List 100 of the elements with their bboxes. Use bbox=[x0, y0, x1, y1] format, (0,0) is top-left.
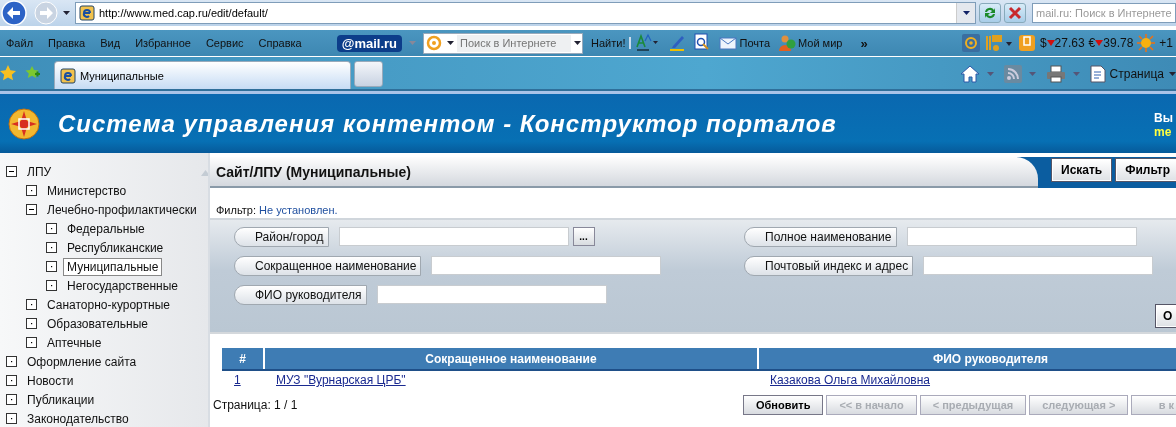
music-note-icon[interactable] bbox=[983, 34, 1014, 52]
exchange-rate: 27.63 bbox=[1054, 36, 1085, 50]
dot-box-icon[interactable] bbox=[26, 299, 37, 310]
tree-item[interactable]: Публикации bbox=[23, 390, 99, 409]
down-triangle-icon bbox=[1046, 39, 1055, 47]
tree-item[interactable]: Образовательные bbox=[43, 314, 152, 333]
table-link[interactable]: 1 bbox=[234, 373, 241, 387]
address-field[interactable]: http://www.med.cap.ru/edit/default/ bbox=[75, 2, 976, 24]
column-header[interactable]: ФИО руководителя bbox=[758, 348, 1176, 370]
search-field[interactable]: mail.ru: Поиск в Интернете bbox=[1032, 3, 1176, 23]
address-dropdown-icon[interactable] bbox=[961, 9, 971, 17]
menu-item[interactable]: Избранное bbox=[129, 37, 200, 49]
toolbar-link[interactable]: Почта bbox=[715, 36, 774, 50]
dot-box-icon[interactable] bbox=[26, 318, 37, 329]
page-icon bbox=[60, 67, 76, 84]
dot-box-icon[interactable] bbox=[46, 223, 57, 234]
dot-box-icon[interactable] bbox=[46, 242, 57, 253]
field-label: Район/город bbox=[234, 226, 329, 247]
input-field[interactable] bbox=[376, 285, 607, 304]
page-menu-button[interactable]: Страница bbox=[1089, 65, 1176, 83]
dot-box-icon[interactable] bbox=[6, 375, 17, 386]
dot-box-icon[interactable] bbox=[46, 280, 57, 291]
currency-symbol: € bbox=[1088, 36, 1096, 50]
page-title: Система управления контентом - Конструктор порталов bbox=[58, 109, 837, 138]
back-button[interactable] bbox=[0, 0, 30, 26]
dropdown-icon bbox=[573, 39, 582, 47]
tree-item[interactable]: ЛПУ bbox=[23, 162, 56, 181]
document-icon bbox=[1089, 65, 1106, 83]
user-name: me bbox=[1154, 124, 1173, 139]
table-link[interactable]: Казакова Ольга Михайловна bbox=[770, 373, 930, 387]
logo-icon bbox=[8, 107, 40, 140]
filter-label: Фильтр: bbox=[216, 204, 256, 216]
menu-item[interactable]: Сервис bbox=[199, 37, 253, 49]
tree-item[interactable]: Законодательство bbox=[23, 409, 133, 427]
history-dropdown-icon[interactable] bbox=[62, 9, 72, 17]
tree-item[interactable]: Оформление сайта bbox=[23, 352, 141, 371]
tree-item[interactable]: Министерство bbox=[43, 181, 131, 200]
input-field[interactable] bbox=[431, 256, 662, 275]
field-label: Почтовый индекс и адрес bbox=[744, 255, 914, 276]
stop-button[interactable] bbox=[1004, 3, 1026, 23]
action-button[interactable]: Искать bbox=[1052, 159, 1112, 181]
dot-box-icon[interactable] bbox=[46, 261, 57, 272]
field-label: Сокращенное наименование bbox=[234, 255, 422, 276]
exchange-rate: 39.78 bbox=[1103, 36, 1134, 50]
more-chevrons[interactable]: » bbox=[854, 35, 877, 51]
menu-item[interactable]: Справка bbox=[252, 37, 311, 49]
input-field[interactable] bbox=[923, 256, 1154, 275]
down-triangle-icon bbox=[1095, 39, 1104, 47]
printer-icon[interactable] bbox=[1045, 65, 1066, 83]
home-icon[interactable] bbox=[959, 65, 980, 83]
field-label: Полное наименование bbox=[744, 226, 897, 247]
tree-item[interactable]: Муниципальные bbox=[63, 257, 163, 276]
tree-item[interactable]: Республиканские bbox=[63, 238, 168, 257]
toolbar-link[interactable]: Мой мир bbox=[774, 34, 847, 52]
find-button[interactable]: Найти! bbox=[587, 37, 632, 49]
action-button[interactable]: Фильтр bbox=[1116, 159, 1176, 181]
search-field[interactable]: Поиск в Интернете bbox=[423, 32, 583, 54]
minus-box-icon[interactable] bbox=[26, 204, 37, 215]
user-label: Вы bbox=[1154, 110, 1173, 125]
minus-box-icon[interactable] bbox=[6, 166, 17, 177]
column-header[interactable]: Сокращенное наименование bbox=[264, 348, 758, 370]
close-icon bbox=[1008, 6, 1022, 20]
tree-item[interactable]: Негосударственные bbox=[63, 276, 183, 295]
refresh-arrows-icon bbox=[982, 5, 998, 21]
logo[interactable]: @mail.ru bbox=[336, 34, 402, 52]
tree-item[interactable]: Аптечные bbox=[43, 333, 106, 352]
field-label: ФИО руководителя bbox=[234, 284, 367, 305]
column-header[interactable]: # bbox=[222, 348, 264, 370]
input-field[interactable] bbox=[338, 227, 569, 246]
menu-item[interactable]: Правка bbox=[42, 37, 95, 49]
table-link[interactable]: МУЗ "Вурнарская ЦРБ" bbox=[276, 373, 406, 387]
star-icon[interactable] bbox=[0, 65, 16, 81]
dot-box-icon[interactable] bbox=[6, 413, 17, 424]
dot-box-icon[interactable] bbox=[6, 394, 17, 405]
square-icon[interactable] bbox=[1017, 34, 1036, 52]
dot-box-icon[interactable] bbox=[26, 185, 37, 196]
at-sign-icon bbox=[426, 35, 444, 51]
font-size-icon[interactable] bbox=[635, 32, 660, 51]
page-icon bbox=[79, 5, 95, 21]
input-field[interactable] bbox=[906, 227, 1137, 246]
at-sign-icon[interactable] bbox=[961, 34, 980, 52]
people-icon bbox=[778, 34, 796, 52]
dot-box-icon[interactable] bbox=[26, 337, 37, 348]
tree-item[interactable]: Новости bbox=[23, 371, 78, 390]
dot-box-icon[interactable] bbox=[6, 356, 17, 367]
menu-item[interactable]: Файл bbox=[0, 37, 43, 49]
sun-icon bbox=[1137, 34, 1156, 52]
pager-button[interactable]: Обновить bbox=[743, 395, 824, 415]
browse-button[interactable]: ... bbox=[572, 227, 595, 246]
rss-icon[interactable] bbox=[1003, 65, 1022, 83]
tree-item[interactable]: Лечебно-профилактически bbox=[43, 200, 201, 219]
refresh-button[interactable] bbox=[979, 3, 1001, 23]
tree-item[interactable]: Федеральные bbox=[63, 219, 149, 238]
browser-tab[interactable]: Муниципальные bbox=[54, 61, 351, 89]
currency-symbol: $ bbox=[1039, 36, 1047, 50]
dropdown-icon bbox=[446, 39, 455, 47]
menu-item[interactable]: Вид bbox=[94, 37, 130, 49]
tree-item[interactable]: Санаторно-курортные bbox=[43, 295, 174, 314]
apply-button[interactable]: О bbox=[1156, 305, 1176, 327]
dropdown-icon bbox=[1168, 70, 1176, 78]
